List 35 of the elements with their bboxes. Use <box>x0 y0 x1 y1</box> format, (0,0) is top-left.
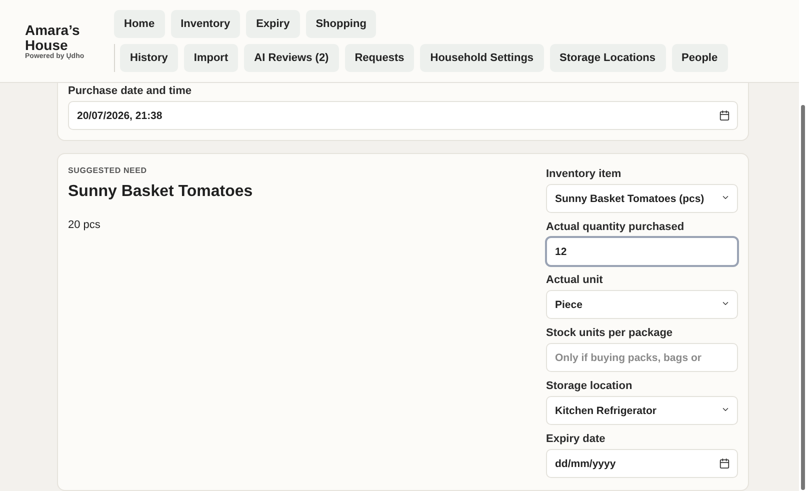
input-field[interactable]: 12 <box>546 237 738 266</box>
field-label: Inventory item <box>546 168 622 180</box>
field-label: Purchase date and time <box>68 85 192 97</box>
chevron-down-icon <box>721 405 730 414</box>
field-label: Stock units per package <box>546 327 674 339</box>
field-label: Actual quantity purchased <box>546 221 686 233</box>
field-label: Actual unit <box>546 274 604 286</box>
nav-button[interactable]: Home <box>114 10 165 38</box>
nav-button[interactable]: Expiry <box>246 10 300 38</box>
nav-button[interactable]: Import <box>184 44 238 72</box>
item-amount: 20 pcs <box>68 219 102 231</box>
nav-button[interactable]: History <box>120 44 178 72</box>
nav-button[interactable]: AI Reviews (2) <box>244 44 339 72</box>
date-field[interactable]: 20/07/2026, 21:38 <box>68 101 738 130</box>
scrollbar-thumb[interactable] <box>800 105 804 490</box>
dropdown[interactable]: Sunny Basket Tomatoes (pcs) <box>546 184 738 213</box>
item-title: Sunny Basket Tomatoes <box>68 183 253 201</box>
date-field[interactable]: dd/mm/yyyy <box>546 449 738 478</box>
calendar-icon[interactable] <box>719 110 730 121</box>
nav-button[interactable]: Household Settings <box>420 44 544 72</box>
dropdown[interactable]: Piece <box>546 290 738 319</box>
nav-button[interactable]: Requests <box>344 44 414 72</box>
input-field[interactable]: Only if buying packs, bags or <box>546 343 738 372</box>
section-eyebrow: SUGGESTED NEED <box>68 166 148 175</box>
dropdown[interactable]: Kitchen Refrigerator <box>546 396 738 425</box>
chevron-down-icon <box>721 299 730 308</box>
calendar-icon[interactable] <box>719 458 730 469</box>
nav-button[interactable]: Inventory <box>170 10 240 38</box>
brand-name: Amara’s House <box>25 23 80 53</box>
nav-button[interactable]: People <box>672 44 728 72</box>
chevron-down-icon <box>721 193 730 202</box>
field-label: Storage location <box>546 380 634 392</box>
nav-button[interactable]: Shopping <box>306 10 376 38</box>
nav-button[interactable]: Storage Locations <box>550 44 666 72</box>
field-label: Expiry date <box>546 433 606 445</box>
